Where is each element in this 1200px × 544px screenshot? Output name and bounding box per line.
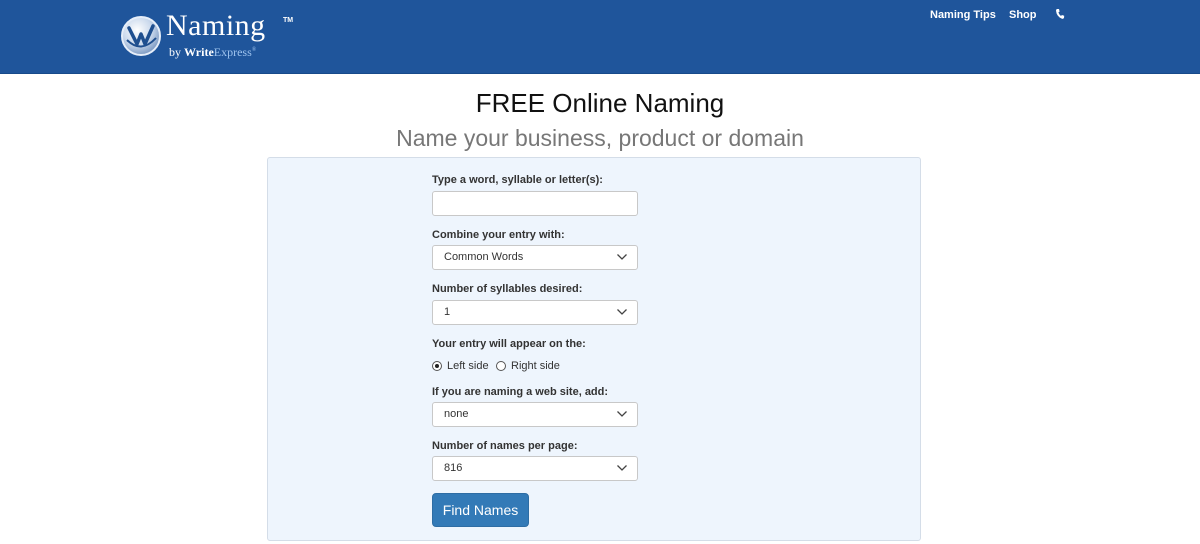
chevron-down-icon bbox=[617, 254, 627, 260]
combine-select-label: Combine your entry with: bbox=[432, 229, 565, 241]
nav-naming-tips[interactable]: Naming Tips bbox=[930, 8, 996, 22]
nav-phone[interactable] bbox=[1055, 8, 1065, 20]
word-input-label: Type a word, syllable or letter(s): bbox=[432, 174, 603, 186]
phone-icon bbox=[1056, 9, 1065, 19]
syllables-select[interactable]: 1 bbox=[432, 300, 638, 325]
radio-left-indicator[interactable] bbox=[432, 361, 442, 371]
find-names-button[interactable]: Find Names bbox=[432, 493, 529, 527]
website-select-value: none bbox=[444, 408, 469, 420]
position-radio-group: Left side Right side bbox=[432, 359, 652, 373]
nav-shop[interactable]: Shop bbox=[1009, 8, 1037, 22]
perpage-select[interactable]: 816 bbox=[432, 456, 638, 481]
perpage-select-value: 816 bbox=[444, 462, 463, 474]
chevron-down-icon bbox=[617, 411, 627, 417]
radio-left-side[interactable]: Left side bbox=[432, 359, 492, 373]
logo-by: by bbox=[169, 45, 181, 59]
page-subtitle: Name your business, product or domain bbox=[396, 125, 804, 151]
radio-right-label[interactable]: Right side bbox=[511, 359, 560, 373]
website-select-label: If you are naming a web site, add: bbox=[432, 386, 609, 398]
combine-select-value: Common Words bbox=[444, 251, 524, 263]
website-select[interactable]: none bbox=[432, 402, 638, 427]
chevron-down-icon bbox=[617, 465, 627, 471]
radio-left-label[interactable]: Left side bbox=[447, 359, 489, 373]
logo-write: Write bbox=[184, 45, 214, 59]
syllables-select-value: 1 bbox=[444, 306, 451, 318]
page-title: FREE Online Naming bbox=[475, 88, 725, 118]
main-nav: Naming Tips Shop bbox=[0, 8, 1200, 22]
radio-right-side[interactable]: Right side bbox=[496, 359, 566, 373]
position-label: Your entry will appear on the: bbox=[432, 338, 586, 350]
top-navbar: Naming TM by WriteExpress® Naming Tips S… bbox=[0, 0, 1200, 74]
word-input[interactable] bbox=[432, 191, 638, 216]
combine-select[interactable]: Common Words bbox=[432, 245, 638, 270]
chevron-down-icon bbox=[617, 309, 627, 315]
logo-express: Express bbox=[213, 45, 252, 59]
radio-right-indicator[interactable] bbox=[496, 361, 506, 371]
logo-byline: by WriteExpress® bbox=[169, 45, 256, 60]
perpage-select-label: Number of names per page: bbox=[432, 440, 578, 452]
logo-registered: ® bbox=[251, 47, 257, 53]
syllables-select-label: Number of syllables desired: bbox=[432, 283, 583, 295]
